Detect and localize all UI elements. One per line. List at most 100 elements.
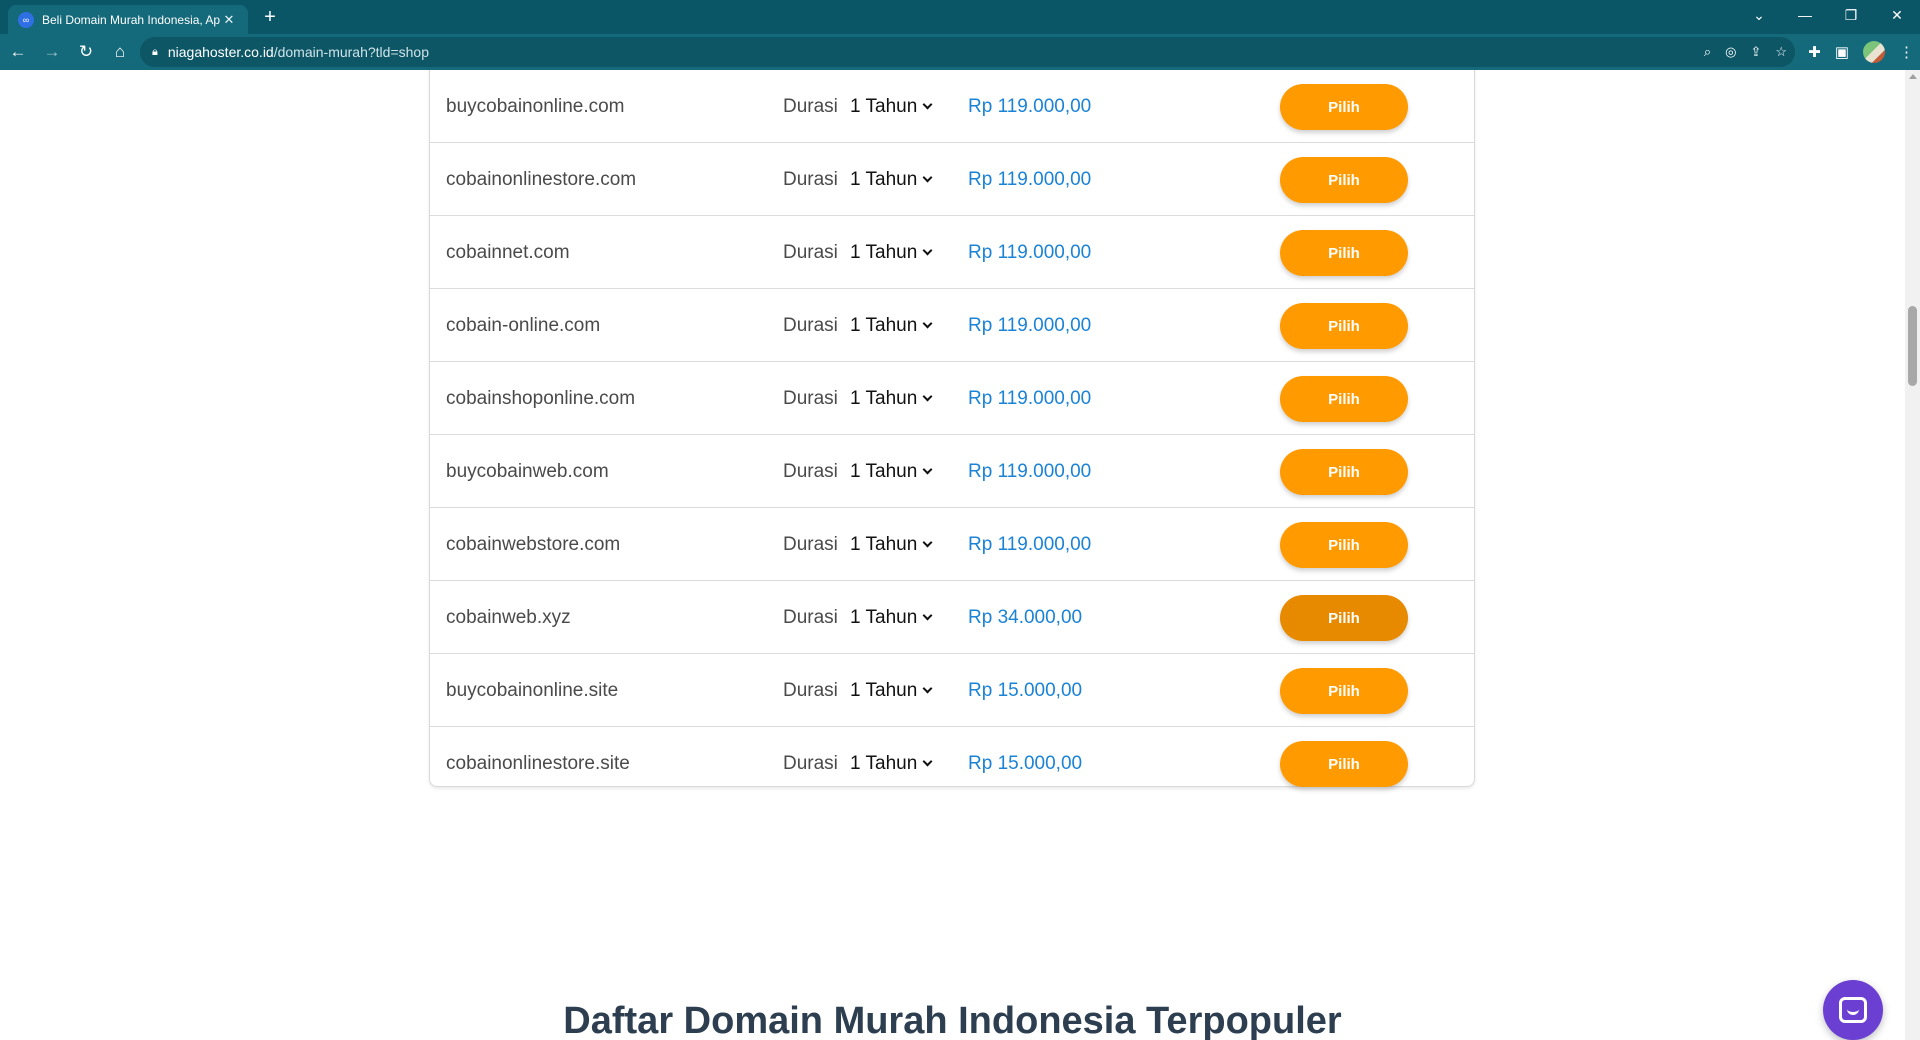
table-row: cobainonlinestore.site Durasi 1 Tahun Rp 15… (430, 727, 1474, 800)
durasi-label: Durasi (783, 388, 838, 409)
pilih-button[interactable]: Pilih (1280, 157, 1408, 203)
table-row: cobainweb.xyz Durasi 1 Tahun Rp 34.000,00 Pi… (430, 581, 1474, 654)
domain-name: cobainwebstore.com (446, 534, 621, 555)
duration-value: 1 Tahun (850, 461, 918, 482)
address-bar[interactable]: 🔒︎ niagahoster.co.id/domain-murah?tld=sh… (140, 37, 1795, 67)
duration-value: 1 Tahun (850, 534, 918, 555)
duration-select[interactable]: 1 Tahun (850, 727, 933, 800)
domain-name: cobainshoponline.com (446, 388, 636, 409)
pilih-button[interactable]: Pilih (1280, 376, 1408, 422)
durasi-label: Durasi (783, 242, 838, 263)
price: Rp 119.000,00 (968, 169, 1092, 190)
page-viewport: buycobainonline.com Durasi 1 Tahun Rp 119.0… (0, 70, 1905, 1040)
price: Rp 119.000,00 (968, 242, 1092, 263)
restore-button[interactable]: ❐ (1828, 0, 1874, 30)
pilih-button[interactable]: Pilih (1280, 741, 1408, 787)
pilih-button[interactable]: Pilih (1280, 230, 1408, 276)
durasi-label: Durasi (783, 534, 838, 555)
section-title: Daftar Domain Murah Indonesia Terpopuler (563, 1000, 1342, 1040)
price: Rp 119.000,00 (968, 534, 1092, 555)
duration-select[interactable]: 1 Tahun (850, 70, 933, 143)
tab-search-icon[interactable]: ⌄ (1736, 0, 1782, 30)
duration-value: 1 Tahun (850, 242, 918, 263)
live-chat-button[interactable] (1823, 980, 1883, 1040)
share-icon[interactable]: ⇪ (1750, 44, 1761, 60)
domain-results-table: buycobainonline.com Durasi 1 Tahun Rp 119.0… (429, 70, 1475, 787)
kebab-menu-icon[interactable]: ⋮ (1899, 43, 1914, 61)
domain-name: buycobainweb.com (446, 461, 609, 482)
search-icon[interactable]: ⌕ (1704, 44, 1711, 60)
chevron-down-icon (922, 756, 933, 766)
table-row: cobainshoponline.com Durasi 1 Tahun Rp 119.… (430, 362, 1474, 435)
chevron-down-icon (922, 464, 933, 474)
minimize-button[interactable]: — (1782, 0, 1828, 30)
domain-name: cobain-online.com (446, 315, 601, 336)
price: Rp 15.000,00 (968, 753, 1083, 774)
chevron-down-icon (922, 318, 933, 328)
table-row: cobainwebstore.com Durasi 1 Tahun Rp 119.00… (430, 508, 1474, 581)
chevron-down-icon (922, 172, 933, 182)
chevron-down-icon (922, 537, 933, 547)
table-row: buycobainonline.com Durasi 1 Tahun Rp 119.0… (430, 70, 1474, 143)
duration-select[interactable]: 1 Tahun (850, 581, 933, 654)
table-row: cobainonlinestore.com Durasi 1 Tahun Rp 119… (430, 143, 1474, 216)
pilih-button[interactable]: Pilih (1280, 449, 1408, 495)
table-row: buycobainweb.com Durasi 1 Tahun Rp 119.000,… (430, 435, 1474, 508)
lock-icon[interactable]: 🔒︎ (152, 46, 158, 59)
chevron-down-icon (922, 245, 933, 255)
price: Rp 15.000,00 (968, 680, 1083, 701)
duration-value: 1 Tahun (850, 680, 918, 701)
new-tab-button[interactable]: + (258, 5, 282, 29)
scroll-up-arrow-icon[interactable] (1909, 74, 1917, 79)
price: Rp 119.000,00 (968, 96, 1092, 117)
url-path: /domain-murah?tld=shop (273, 44, 429, 60)
duration-select[interactable]: 1 Tahun (850, 654, 933, 727)
extensions-puzzle-icon[interactable]: ✚ (1808, 43, 1821, 61)
duration-select[interactable]: 1 Tahun (850, 216, 933, 289)
duration-value: 1 Tahun (850, 388, 918, 409)
scroll-thumb[interactable] (1908, 306, 1917, 386)
back-arrow-icon[interactable]: ← (2, 36, 34, 68)
duration-select[interactable]: 1 Tahun (850, 289, 933, 362)
tab-strip: ∞ Beli Domain Murah Indonesia, Ap ✕ + ⌄ … (0, 0, 1920, 34)
tab-close-icon[interactable]: ✕ (220, 12, 238, 28)
durasi-label: Durasi (783, 96, 838, 117)
eye-off-icon[interactable]: ◎ (1725, 44, 1736, 60)
reload-icon[interactable]: ↻ (70, 36, 102, 68)
forward-arrow-icon[interactable]: → (36, 36, 68, 68)
durasi-label: Durasi (783, 315, 838, 336)
pilih-button[interactable]: Pilih (1280, 522, 1408, 568)
price: Rp 34.000,00 (968, 607, 1083, 628)
toolbar-actions: ✚ ▣ ⋮ (1808, 34, 1914, 70)
browser-tab[interactable]: ∞ Beli Domain Murah Indonesia, Ap ✕ (8, 5, 248, 34)
profile-avatar[interactable] (1863, 41, 1885, 63)
duration-select[interactable]: 1 Tahun (850, 143, 933, 216)
window-controls: ⌄ — ❐ ✕ (1736, 0, 1920, 30)
browser-toolbar: ← → ↻ ⌂ 🔒︎ niagahoster.co.id/domain-mura… (0, 34, 1920, 70)
duration-select[interactable]: 1 Tahun (850, 435, 933, 508)
domain-name: cobainonlinestore.com (446, 169, 637, 190)
chevron-down-icon (922, 610, 933, 620)
domain-name: cobainweb.xyz (446, 607, 571, 628)
durasi-label: Durasi (783, 169, 838, 190)
duration-value: 1 Tahun (850, 169, 918, 190)
home-icon[interactable]: ⌂ (104, 36, 136, 68)
pilih-button[interactable]: Pilih (1280, 303, 1408, 349)
domain-name: buycobainonline.com (446, 96, 625, 117)
duration-select[interactable]: 1 Tahun (850, 508, 933, 581)
durasi-label: Durasi (783, 461, 838, 482)
domain-name: cobainnet.com (446, 242, 570, 263)
duration-value: 1 Tahun (850, 96, 918, 117)
pilih-button[interactable]: Pilih (1280, 84, 1408, 130)
pilih-button[interactable]: Pilih (1280, 668, 1408, 714)
niagahoster-favicon-icon: ∞ (18, 11, 34, 28)
side-panel-icon[interactable]: ▣ (1835, 43, 1849, 61)
pilih-button[interactable]: Pilih (1280, 595, 1408, 641)
page-scrollbar[interactable] (1905, 70, 1920, 1040)
close-window-button[interactable]: ✕ (1874, 0, 1920, 30)
duration-value: 1 Tahun (850, 607, 918, 628)
price: Rp 119.000,00 (968, 461, 1092, 482)
duration-select[interactable]: 1 Tahun (850, 362, 933, 435)
bookmark-star-icon[interactable]: ☆ (1775, 44, 1787, 60)
durasi-label: Durasi (783, 607, 838, 628)
